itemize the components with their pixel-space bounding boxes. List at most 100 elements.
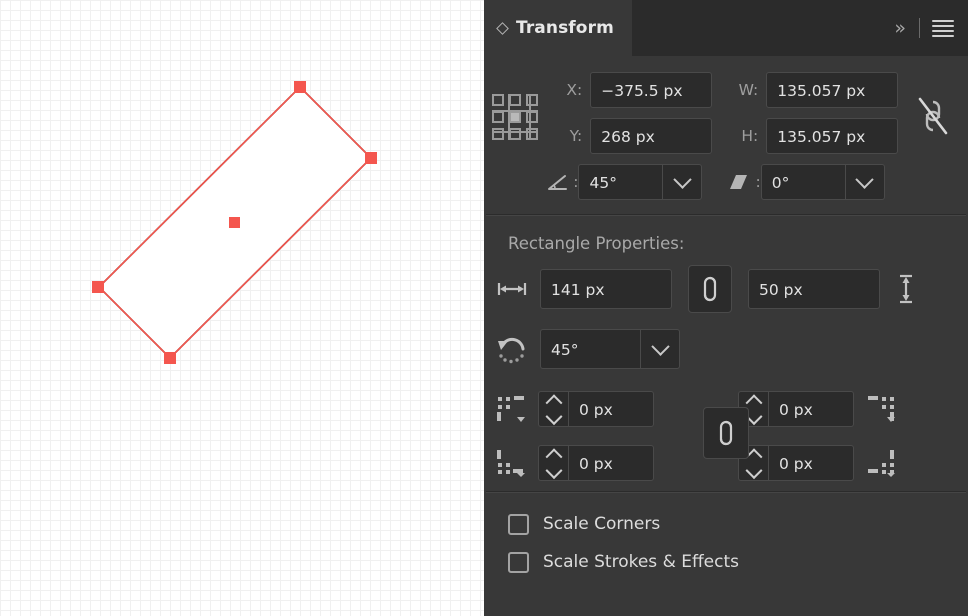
- corner-bl-input[interactable]: 0 px: [568, 445, 654, 481]
- rect-rotation-row: 45°: [484, 319, 968, 375]
- scale-corners-checkbox[interactable]: [508, 513, 529, 535]
- anchor-point-selector[interactable]: [484, 72, 546, 140]
- shear-input[interactable]: 0°: [760, 164, 845, 200]
- constrain-proportions-toggle[interactable]: [898, 72, 968, 138]
- anchor-cell-mr[interactable]: [526, 111, 539, 123]
- scale-corners-label: Scale Corners: [543, 514, 661, 534]
- rotate-ccw-icon: [498, 337, 525, 364]
- angle-icon: [548, 175, 568, 190]
- anchor-cell-br[interactable]: [526, 128, 539, 140]
- tab-transform-label: Transform: [516, 18, 614, 38]
- chevron-down-icon[interactable]: [545, 462, 562, 480]
- chain-link-icon: [703, 276, 717, 302]
- header-divider: [919, 18, 920, 38]
- corner-bl-icon-box[interactable]: [484, 449, 538, 477]
- row-angle-shear: : 45° : 0°: [546, 164, 898, 200]
- transform-section: X: −375.5 px W: 135.057 px Y: 268 px H: …: [484, 56, 968, 216]
- app-root: Transform » X: −375.5 px W: 135.057 px Y…: [0, 0, 968, 616]
- corner-bl-spinner[interactable]: [538, 445, 568, 481]
- design-canvas[interactable]: [0, 0, 484, 616]
- anchor-cell-tl[interactable]: [492, 94, 505, 106]
- broken-link-icon: [918, 97, 948, 135]
- handle-right[interactable]: [365, 152, 377, 164]
- anchor-cell-bl[interactable]: [492, 128, 505, 140]
- scale-strokes-row[interactable]: Scale Strokes & Effects: [508, 543, 968, 581]
- rect-height-input[interactable]: 50 px: [748, 269, 880, 309]
- anchor-cell-center[interactable]: [509, 111, 522, 123]
- row-x-w: X: −375.5 px W: 135.057 px: [546, 72, 899, 108]
- rect-rotation-input[interactable]: 45°: [540, 329, 640, 369]
- corner-br-stepper[interactable]: 0 px: [738, 445, 854, 481]
- link-width-height-button[interactable]: [688, 265, 732, 313]
- width-icon-box: [484, 280, 540, 298]
- w-input[interactable]: 135.057 px: [766, 72, 899, 108]
- handle-center[interactable]: [229, 217, 240, 228]
- corner-tr-stepper[interactable]: 0 px: [738, 391, 854, 427]
- canvas-shape-layer: [92, 81, 377, 364]
- rectangle-properties-section: Rectangle Properties: 141 px 50 px 45° 0…: [484, 216, 968, 493]
- x-input[interactable]: −375.5 px: [590, 72, 713, 108]
- scale-options-group: Scale Corners Scale Strokes & Effects: [484, 493, 968, 581]
- anchor-cell-tr[interactable]: [526, 94, 539, 106]
- height-arrows-icon: [900, 274, 912, 304]
- corner-bottom-left-icon: [497, 450, 525, 477]
- anchor-point-grid-icon: [492, 94, 539, 140]
- angle-combo[interactable]: 45°: [578, 164, 703, 200]
- chevron-down-icon: [673, 169, 692, 189]
- chevron-down-icon: [855, 169, 874, 189]
- scale-strokes-checkbox[interactable]: [508, 551, 529, 573]
- chevron-down-icon[interactable]: [545, 408, 562, 426]
- transform-panel: Transform » X: −375.5 px W: 135.057 px Y…: [484, 0, 968, 616]
- corner-br-input[interactable]: 0 px: [768, 445, 854, 481]
- handle-top[interactable]: [294, 81, 306, 93]
- anchor-cell-tc[interactable]: [509, 94, 522, 106]
- section-divider-2: [486, 491, 966, 493]
- rect-width-input[interactable]: 141 px: [540, 269, 672, 309]
- anchor-cell-ml[interactable]: [492, 111, 505, 123]
- corner-tr-input[interactable]: 0 px: [768, 391, 854, 427]
- transform-fields: X: −375.5 px W: 135.057 px Y: 268 px H: …: [546, 72, 899, 200]
- link-corner-radii-button[interactable]: [703, 407, 749, 459]
- shear-combo[interactable]: 0°: [760, 164, 885, 200]
- hamburger-icon[interactable]: [932, 19, 954, 38]
- rect-size-row: 141 px 50 px: [484, 259, 968, 319]
- corner-radius-group: 0 px 0 px 0 px 0 px: [484, 375, 968, 491]
- rect-rotation-dropdown-button[interactable]: [640, 329, 680, 369]
- handle-bottom[interactable]: [164, 352, 176, 364]
- y-input[interactable]: 268 px: [590, 118, 713, 154]
- chevron-double-right-icon[interactable]: »: [891, 15, 907, 42]
- tab-transform[interactable]: Transform: [484, 0, 632, 56]
- scale-strokes-label: Scale Strokes & Effects: [543, 552, 740, 572]
- xywh-group: X: −375.5 px W: 135.057 px Y: 268 px H: …: [484, 56, 968, 214]
- angle-input[interactable]: 45°: [578, 164, 663, 200]
- corner-tr-icon-box[interactable]: [854, 395, 908, 423]
- corner-bottom-right-icon: [868, 450, 895, 477]
- angle-dropdown-button[interactable]: [662, 164, 703, 200]
- handle-left[interactable]: [92, 281, 104, 293]
- panel-header: Transform »: [484, 0, 968, 56]
- diamond-icon: [496, 21, 509, 35]
- anchor-cell-bc[interactable]: [509, 128, 522, 140]
- panel-header-actions: »: [891, 0, 968, 56]
- rectangle-properties-title: Rectangle Properties:: [508, 234, 685, 253]
- row-y-h: Y: 268 px H: 135.057 px: [546, 118, 899, 154]
- rect-rotation-combo[interactable]: 45°: [540, 329, 680, 369]
- corner-tl-spinner[interactable]: [538, 391, 568, 427]
- scale-corners-row[interactable]: Scale Corners: [508, 505, 968, 543]
- chevron-down-icon[interactable]: [745, 462, 762, 480]
- corner-tl-input[interactable]: 0 px: [568, 391, 654, 427]
- shear-dropdown-button[interactable]: [844, 164, 885, 200]
- h-input[interactable]: 135.057 px: [766, 118, 899, 154]
- corner-tl-icon-box[interactable]: [484, 395, 538, 423]
- chevron-down-icon: [650, 336, 670, 356]
- corner-bl-stepper[interactable]: 0 px: [538, 445, 654, 481]
- x-label: X:: [566, 81, 583, 99]
- height-icon-box: [880, 274, 932, 304]
- shear-icon: [730, 175, 748, 189]
- corner-tl-stepper[interactable]: 0 px: [538, 391, 654, 427]
- w-label: W:: [738, 81, 759, 99]
- chain-link-icon: [719, 420, 733, 446]
- corner-br-icon-box[interactable]: [854, 449, 908, 477]
- y-label: Y:: [569, 127, 583, 145]
- shear-label-group: :: [728, 172, 761, 192]
